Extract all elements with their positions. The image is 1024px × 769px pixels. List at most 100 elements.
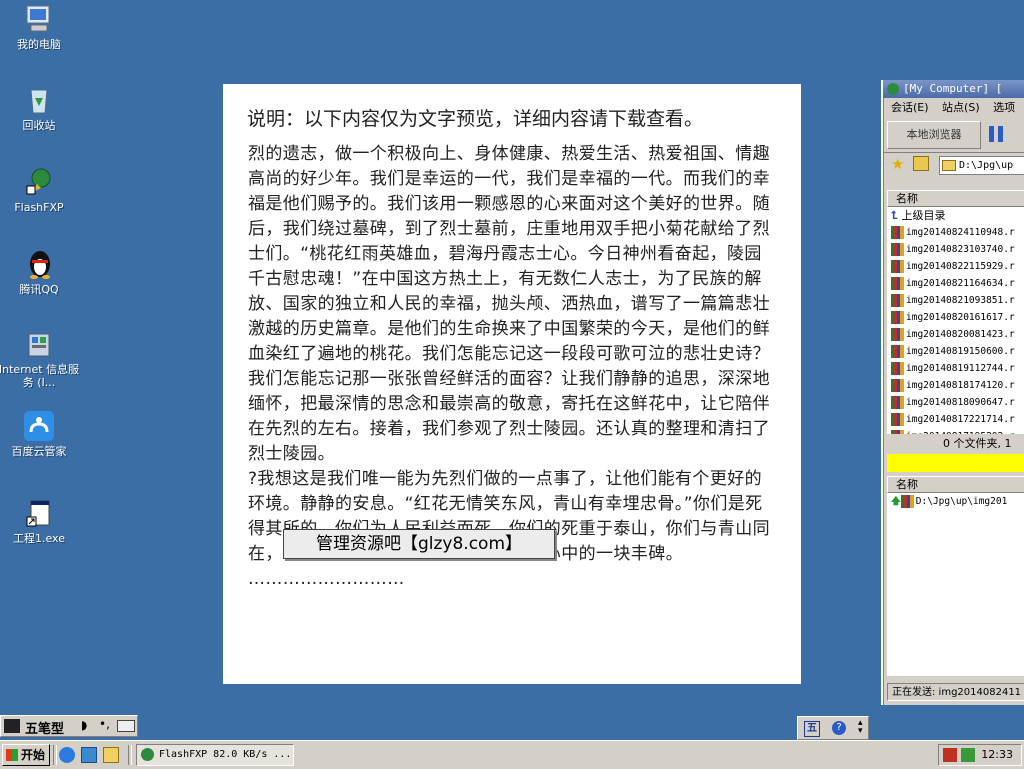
internet-explorer-icon[interactable] xyxy=(59,747,75,763)
desktop-icon-iis[interactable]: Internet 信息服务 (I... xyxy=(0,328,80,389)
sending-status: 正在发送: img2014082411 xyxy=(887,683,1024,701)
ime-mode-label[interactable]: 五笔型 xyxy=(25,718,64,737)
soft-keyboard-icon[interactable] xyxy=(117,720,135,732)
menu-session[interactable]: 会话(E) xyxy=(891,101,929,114)
local-browser-button[interactable]: 本地浏览器 xyxy=(887,121,981,149)
document-body: 烈的遗志，做一个积极向上、身体健康、热爱生活、热爱祖国、情趣高尚的好少年。我们是… xyxy=(248,142,778,592)
file-archive-icon xyxy=(891,430,904,434)
file-row[interactable]: img20140817195202.r xyxy=(887,428,1024,434)
file-row[interactable]: img20140822115929.r xyxy=(887,258,1024,275)
file-row[interactable]: img20140820081423.r xyxy=(887,326,1024,343)
desktop-icon-flashfxp[interactable]: FlashFXP xyxy=(1,166,77,214)
file-name: img20140819112744.r xyxy=(906,363,1015,374)
file-count-status: 0 个文件夹, 1 xyxy=(943,437,1012,450)
file-row[interactable]: img20140819112744.r xyxy=(887,360,1024,377)
menu-options[interactable]: 选项 xyxy=(993,101,1015,114)
pause-icon[interactable] xyxy=(989,126,1003,142)
desktop-icon-qq[interactable]: 腾讯QQ xyxy=(1,248,77,296)
file-row[interactable]: img20140820161617.r xyxy=(887,309,1024,326)
file-archive-icon xyxy=(891,294,904,307)
media-player-icon[interactable] xyxy=(81,747,97,763)
path-input[interactable]: D:\Jpg\up xyxy=(939,156,1024,175)
taskbar: 开始 FlashFXP 82.0 KB/s ... 12:33 xyxy=(0,740,1024,769)
file-name: img20140818090647.r xyxy=(906,397,1015,408)
file-name: img20140824110948.r xyxy=(906,227,1015,238)
flashfxp-window[interactable]: [My Computer] [ 会话(E) 站点(S) 选项 本地浏览器 ★ D… xyxy=(881,80,1024,705)
file-name: img20140823103740.r xyxy=(906,244,1015,255)
file-row[interactable]: img20140821093851.r xyxy=(887,292,1024,309)
flashfxp-toolbar: 本地浏览器 xyxy=(883,118,1024,152)
language-bar[interactable]: 五 ? ▴ ▾ xyxy=(797,716,869,740)
desktop-icon-label: 百度云管家 xyxy=(11,445,67,458)
favorites-star-icon[interactable]: ★ xyxy=(891,155,904,173)
desktop-icon-label: FlashFXP xyxy=(14,201,64,214)
document-ellipsis: ……………………… xyxy=(248,569,405,589)
up-folder-icon[interactable] xyxy=(913,156,929,171)
windows-logo-icon xyxy=(6,749,18,761)
ime-bar[interactable]: 五笔型 ◗ •, xyxy=(0,715,138,737)
flashfxp-title-text: [My Computer] [ xyxy=(903,82,1003,95)
desktop-icon-label: Internet 信息服务 (I... xyxy=(0,363,80,389)
file-name: img20140820161617.r xyxy=(906,312,1015,323)
iis-icon xyxy=(23,328,55,360)
document-preview-panel: 说明：以下内容仅为文字预览，详细内容请下载查看。 烈的遗志，做一个积极向上、身体… xyxy=(223,84,801,684)
tray-network-icon[interactable] xyxy=(943,748,957,762)
file-archive-icon xyxy=(891,260,904,273)
half-width-moon-icon[interactable]: ◗ xyxy=(81,718,87,732)
file-row[interactable]: img20140817221714.r xyxy=(887,411,1024,428)
file-name: img20140818174120.r xyxy=(906,380,1015,391)
up-arrow-icon: ⮤ xyxy=(891,209,898,222)
file-name: img20140821093851.r xyxy=(906,295,1015,306)
flashfxp-menubar: 会话(E) 站点(S) 选项 xyxy=(883,98,1024,118)
progress-highlight-bar xyxy=(887,454,1024,472)
document-title: 说明：以下内容仅为文字预览，详细内容请下载查看。 xyxy=(247,108,704,130)
file-row[interactable]: img20140819150600.r xyxy=(887,343,1024,360)
desktop-icon-my-computer[interactable]: 我的电脑 xyxy=(1,3,77,51)
clock[interactable]: 12:33 xyxy=(981,748,1013,761)
file-name: img20140821164634.r xyxy=(906,278,1015,289)
desktop-icon-recycle-bin[interactable]: 回收站 xyxy=(1,84,77,132)
desktop-icon-label: 工程1.exe xyxy=(12,532,65,545)
flashfxp-task-icon xyxy=(141,748,154,761)
punctuation-icon[interactable]: •, xyxy=(99,717,110,731)
file-row[interactable]: img20140824110948.r xyxy=(887,224,1024,241)
menu-sites[interactable]: 站点(S) xyxy=(942,101,980,114)
file-name: img20140820081423.r xyxy=(906,329,1015,340)
flashfxp-titlebar[interactable]: [My Computer] [ xyxy=(883,80,1024,98)
taskbar-separator xyxy=(128,745,132,765)
path-text: D:\Jpg\up xyxy=(959,160,1014,171)
flashfxp-title-icon xyxy=(887,83,899,95)
file-archive-icon xyxy=(891,362,904,375)
language-bar-options-icon[interactable]: ▴ ▾ xyxy=(858,719,863,736)
my-computer-icon xyxy=(23,3,55,35)
flashfxp-icon xyxy=(23,166,55,198)
desktop-icon-baidu-cloud[interactable]: 百度云管家 xyxy=(1,410,77,458)
watermark-banner: 管理资源吧【glzy8.com】 xyxy=(283,529,555,559)
file-name: img20140817221714.r xyxy=(906,414,1015,425)
taskbar-button-flashfxp[interactable]: FlashFXP 82.0 KB/s ... xyxy=(136,744,294,766)
wubi-indicator-icon[interactable]: 五 xyxy=(804,721,820,737)
transfer-queue[interactable]: 名称 🡅 D:\Jpg\up\img201 xyxy=(887,476,1024,676)
file-archive-icon xyxy=(891,413,904,426)
file-archive-icon xyxy=(891,345,904,358)
file-list[interactable]: 名称 ⮤ 上级目录 img20140824110948.r img201408231… xyxy=(887,190,1024,434)
file-row[interactable]: img20140818090647.r xyxy=(887,394,1024,411)
document-paragraph: 烈的遗志，做一个积极向上、身体健康、热爱生活、热爱祖国、情趣高尚的好少年。我们是… xyxy=(248,144,770,464)
queue-header[interactable]: 名称 xyxy=(887,476,1024,493)
queue-item[interactable]: 🡅 D:\Jpg\up\img201 xyxy=(887,493,1024,510)
file-list-header[interactable]: 名称 xyxy=(887,190,1024,207)
file-row[interactable]: img20140823103740.r xyxy=(887,241,1024,258)
help-icon[interactable]: ? xyxy=(832,721,846,735)
desktop-icon-exe[interactable]: 工程1.exe xyxy=(1,497,77,545)
file-archive-icon xyxy=(891,226,904,239)
parent-directory-row[interactable]: ⮤ 上级目录 xyxy=(887,207,1024,224)
file-row[interactable]: img20140821164634.r xyxy=(887,275,1024,292)
queue-item-path: D:\Jpg\up\img201 xyxy=(915,496,1008,507)
exe-file-icon xyxy=(23,497,55,529)
qq-penguin-icon xyxy=(23,248,55,280)
file-row[interactable]: img20140818174120.r xyxy=(887,377,1024,394)
start-button[interactable]: 开始 xyxy=(2,744,50,766)
file-archive-icon xyxy=(891,311,904,324)
tray-volume-icon[interactable] xyxy=(961,748,975,762)
explorer-folder-icon[interactable] xyxy=(103,747,119,763)
